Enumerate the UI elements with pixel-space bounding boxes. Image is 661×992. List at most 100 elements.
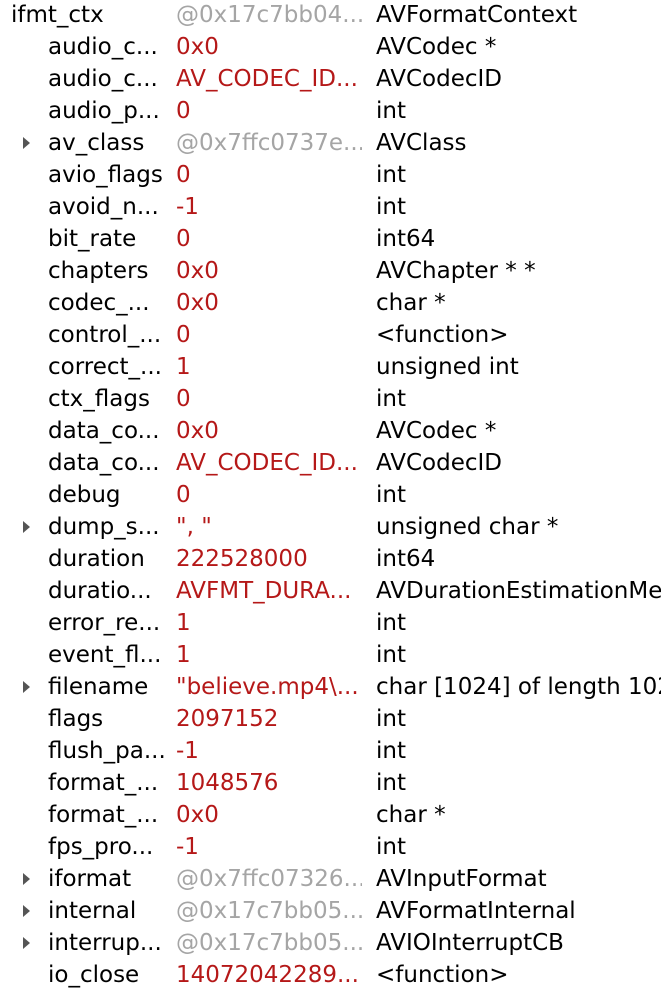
variable-value: 0 — [176, 162, 191, 188]
tree-row[interactable]: internal @0x17c7bb05... AVFormatInternal — [0, 896, 661, 928]
variable-value: ", " — [176, 514, 212, 540]
variable-type: int — [376, 834, 406, 860]
variable-name: io_close — [48, 962, 140, 988]
variable-value: 0 — [176, 482, 191, 508]
tree-row[interactable]: bit_rate 0 int64 — [0, 224, 661, 256]
tree-root-row[interactable]: ifmt_ctx @0x17c7bb04... AVFormatContext — [0, 0, 661, 32]
tree-row[interactable]: correct_... 1 unsigned int — [0, 352, 661, 384]
variable-type: int — [376, 610, 406, 636]
variable-name: data_co... — [48, 450, 160, 476]
variable-type: char * — [376, 802, 446, 828]
expand-arrow-icon[interactable] — [19, 128, 33, 158]
tree-row[interactable]: fps_pro... -1 int — [0, 832, 661, 864]
variable-value: -1 — [176, 834, 199, 860]
tree-row[interactable]: data_co... AV_CODEC_ID... AVCodecID — [0, 448, 661, 480]
variable-type: AVInputFormat — [376, 866, 547, 892]
variable-type: int64 — [376, 226, 436, 252]
variable-name: bit_rate — [48, 226, 137, 252]
variable-value: -1 — [176, 738, 199, 764]
variable-type: <function> — [376, 322, 509, 348]
variable-name: audio_c... — [48, 66, 158, 92]
variable-value: 0 — [176, 226, 191, 252]
tree-row[interactable]: flush_pa... -1 int — [0, 736, 661, 768]
expand-arrow-icon[interactable] — [19, 672, 33, 702]
tree-row[interactable]: chapters 0x0 AVChapter * * — [0, 256, 661, 288]
variable-value: 0x0 — [176, 418, 219, 444]
tree-row[interactable]: debug 0 int — [0, 480, 661, 512]
variable-value: 222528000 — [176, 546, 308, 572]
variable-name: interrup... — [48, 930, 162, 956]
variable-name: duration — [48, 546, 145, 572]
variable-name: flags — [48, 706, 104, 732]
variable-value: 0x0 — [176, 34, 219, 60]
variable-name: format_... — [48, 770, 159, 796]
variable-type: int — [376, 386, 406, 412]
variable-value: 0 — [176, 322, 191, 348]
variable-value: @0x17c7bb04... — [176, 2, 362, 28]
variable-name: audio_p... — [48, 98, 160, 124]
tree-row[interactable]: iformat @0x7ffc07326... AVInputFormat — [0, 864, 661, 896]
variable-type: int — [376, 770, 406, 796]
tree-row[interactable]: interrup... @0x17c7bb05... AVIOInterruptCB — [0, 928, 661, 960]
variable-value: 0x0 — [176, 802, 219, 828]
tree-row[interactable]: audio_c... AV_CODEC_ID... AVCodecID — [0, 64, 661, 96]
tree-row[interactable]: format_... 0x0 char * — [0, 800, 661, 832]
variable-type: char [1024] of length 102 — [376, 674, 661, 700]
expand-arrow-icon[interactable] — [19, 864, 33, 894]
tree-row[interactable]: flags 2097152 int — [0, 704, 661, 736]
tree-row[interactable]: duratio... AVFMT_DURA... AVDurationEstimat… — [0, 576, 661, 608]
variable-type: AVCodecID — [376, 66, 503, 92]
tree-row[interactable]: filename "believe.mp4\... char [1024] of l… — [0, 672, 661, 704]
tree-row[interactable]: audio_c... 0x0 AVCodec * — [0, 32, 661, 64]
variable-type: AVFormatContext — [376, 2, 578, 28]
tree-row[interactable]: av_class @0x7ffc0737e... AVClass — [0, 128, 661, 160]
tree-row[interactable]: audio_p... 0 int — [0, 96, 661, 128]
tree-row[interactable]: dump_s... ", " unsigned char * — [0, 512, 661, 544]
variable-value: 2097152 — [176, 706, 279, 732]
variable-value: AV_CODEC_ID... — [176, 450, 358, 476]
variable-name: flush_pa... — [48, 738, 166, 764]
variables-tree: ifmt_ctx @0x17c7bb04... AVFormatContext aud… — [0, 0, 661, 992]
expand-arrow-icon[interactable] — [19, 928, 33, 958]
variable-value: @0x7ffc07326... — [176, 866, 362, 892]
variable-value: 0x0 — [176, 290, 219, 316]
variable-type: AVDurationEstimationMe — [376, 578, 661, 604]
expand-arrow-icon[interactable] — [19, 896, 33, 926]
tree-row[interactable]: avio_flags 0 int — [0, 160, 661, 192]
variable-value: 0 — [176, 98, 191, 124]
tree-row[interactable]: event_fl... 1 int — [0, 640, 661, 672]
variable-name: dump_s... — [48, 514, 160, 540]
tree-row[interactable]: codec_... 0x0 char * — [0, 288, 661, 320]
tree-row[interactable]: avoid_n... -1 int — [0, 192, 661, 224]
variable-type: int — [376, 194, 406, 220]
variable-name: chapters — [48, 258, 149, 284]
variable-type: AVClass — [376, 130, 467, 156]
tree-row[interactable]: error_re... 1 int — [0, 608, 661, 640]
variable-value: AV_CODEC_ID... — [176, 66, 358, 92]
variable-type: AVIOInterruptCB — [376, 930, 564, 956]
tree-row[interactable]: data_co... 0x0 AVCodec * — [0, 416, 661, 448]
tree-row[interactable]: format_... 1048576 int — [0, 768, 661, 800]
variable-type: char * — [376, 290, 446, 316]
variable-value: "believe.mp4\... — [176, 674, 359, 700]
variable-name: control_... — [48, 322, 162, 348]
variable-value: 14072042289... — [176, 962, 359, 988]
variable-type: AVFormatInternal — [376, 898, 576, 924]
variable-type: unsigned int — [376, 354, 519, 380]
variable-name: ctx_flags — [48, 386, 150, 412]
tree-row[interactable]: ctx_flags 0 int — [0, 384, 661, 416]
variable-name: audio_c... — [48, 34, 158, 60]
variable-name: error_re... — [48, 610, 161, 636]
variable-type: int — [376, 482, 406, 508]
variable-value: -1 — [176, 194, 199, 220]
tree-row[interactable]: io_close 14072042289... <function> — [0, 960, 661, 992]
variable-name: data_co... — [48, 418, 160, 444]
tree-row[interactable]: duration 222528000 int64 — [0, 544, 661, 576]
variable-name: event_fl... — [48, 642, 162, 668]
variable-name: debug — [48, 482, 121, 508]
tree-row[interactable]: control_... 0 <function> — [0, 320, 661, 352]
expand-arrow-icon[interactable] — [19, 512, 33, 542]
variable-type: AVCodecID — [376, 450, 503, 476]
variable-name: av_class — [48, 130, 145, 156]
variable-value: 1 — [176, 354, 191, 380]
